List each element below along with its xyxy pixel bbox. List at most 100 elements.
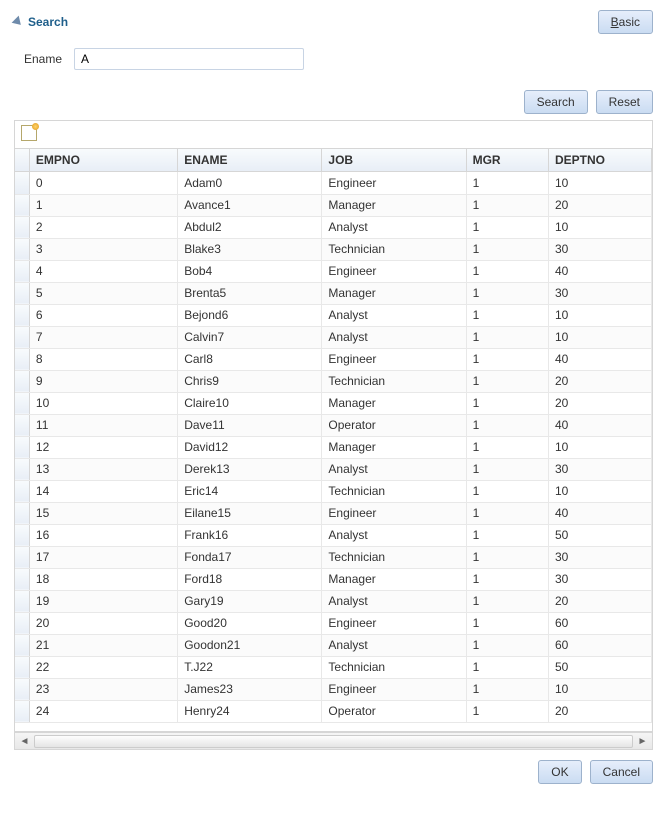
cell-ename[interactable]: Blake3 — [178, 238, 322, 260]
row-selector[interactable] — [15, 194, 29, 216]
table-row[interactable]: 24Henry24Operator120 — [15, 700, 652, 722]
cell-mgr[interactable]: 1 — [466, 216, 548, 238]
cell-mgr[interactable]: 1 — [466, 590, 548, 612]
table-row[interactable]: 10Claire10Manager120 — [15, 392, 652, 414]
cell-mgr[interactable]: 1 — [466, 612, 548, 634]
table-row[interactable]: 7Calvin7Analyst110 — [15, 326, 652, 348]
cell-mgr[interactable]: 1 — [466, 502, 548, 524]
cell-job[interactable]: Manager — [322, 194, 466, 216]
cell-deptno[interactable]: 60 — [548, 634, 651, 656]
cell-deptno[interactable]: 30 — [548, 458, 651, 480]
cell-ename[interactable]: Calvin7 — [178, 326, 322, 348]
cell-mgr[interactable]: 1 — [466, 282, 548, 304]
row-selector[interactable] — [15, 172, 29, 194]
cell-mgr[interactable]: 1 — [466, 304, 548, 326]
cell-empno[interactable]: 16 — [29, 524, 177, 546]
cell-job[interactable]: Analyst — [322, 634, 466, 656]
cell-ename[interactable]: Gary19 — [178, 590, 322, 612]
cell-ename[interactable]: T.J22 — [178, 656, 322, 678]
cell-job[interactable]: Technician — [322, 656, 466, 678]
table-row[interactable]: 21Goodon21Analyst160 — [15, 634, 652, 656]
cell-ename[interactable]: Frank16 — [178, 524, 322, 546]
cell-mgr[interactable]: 1 — [466, 458, 548, 480]
cell-empno[interactable]: 21 — [29, 634, 177, 656]
cell-empno[interactable]: 4 — [29, 260, 177, 282]
cell-ename[interactable]: Eilane15 — [178, 502, 322, 524]
cell-deptno[interactable]: 10 — [548, 678, 651, 700]
cell-empno[interactable]: 13 — [29, 458, 177, 480]
cell-empno[interactable]: 18 — [29, 568, 177, 590]
row-selector[interactable] — [15, 216, 29, 238]
cell-mgr[interactable]: 1 — [466, 370, 548, 392]
cell-mgr[interactable]: 1 — [466, 326, 548, 348]
table-row[interactable]: 4Bob4Engineer140 — [15, 260, 652, 282]
row-selector[interactable] — [15, 568, 29, 590]
cell-deptno[interactable]: 30 — [548, 238, 651, 260]
cell-ename[interactable]: Ford18 — [178, 568, 322, 590]
cell-deptno[interactable]: 10 — [548, 326, 651, 348]
cell-deptno[interactable]: 30 — [548, 546, 651, 568]
cell-empno[interactable]: 17 — [29, 546, 177, 568]
cell-mgr[interactable]: 1 — [466, 568, 548, 590]
row-selector[interactable] — [15, 436, 29, 458]
cell-ename[interactable]: Adam0 — [178, 172, 322, 194]
table-row[interactable]: 1Avance1Manager120 — [15, 194, 652, 216]
cell-ename[interactable]: Goodon21 — [178, 634, 322, 656]
cell-ename[interactable]: Dave11 — [178, 414, 322, 436]
cell-ename[interactable]: Good20 — [178, 612, 322, 634]
cell-job[interactable]: Technician — [322, 480, 466, 502]
row-selector[interactable] — [15, 282, 29, 304]
cell-ename[interactable]: David12 — [178, 436, 322, 458]
cell-job[interactable]: Analyst — [322, 326, 466, 348]
ename-input[interactable] — [74, 48, 304, 70]
cell-empno[interactable]: 6 — [29, 304, 177, 326]
table-row[interactable]: 5Brenta5Manager130 — [15, 282, 652, 304]
cell-deptno[interactable]: 10 — [548, 304, 651, 326]
cell-mgr[interactable]: 1 — [466, 392, 548, 414]
cell-job[interactable]: Manager — [322, 568, 466, 590]
table-row[interactable]: 3Blake3Technician130 — [15, 238, 652, 260]
cell-empno[interactable]: 0 — [29, 172, 177, 194]
row-selector[interactable] — [15, 370, 29, 392]
cell-job[interactable]: Engineer — [322, 348, 466, 370]
row-selector[interactable] — [15, 590, 29, 612]
table-row[interactable]: 8Carl8Engineer140 — [15, 348, 652, 370]
row-selector[interactable] — [15, 414, 29, 436]
cell-mgr[interactable]: 1 — [466, 414, 548, 436]
cell-job[interactable]: Analyst — [322, 216, 466, 238]
cell-deptno[interactable]: 20 — [548, 194, 651, 216]
cell-empno[interactable]: 9 — [29, 370, 177, 392]
cell-empno[interactable]: 15 — [29, 502, 177, 524]
cell-mgr[interactable]: 1 — [466, 480, 548, 502]
cell-mgr[interactable]: 1 — [466, 260, 548, 282]
cell-deptno[interactable]: 30 — [548, 568, 651, 590]
cell-deptno[interactable]: 60 — [548, 612, 651, 634]
cell-ename[interactable]: Derek13 — [178, 458, 322, 480]
cell-ename[interactable]: Abdul2 — [178, 216, 322, 238]
scroll-track[interactable] — [34, 735, 633, 748]
row-selector[interactable] — [15, 524, 29, 546]
cell-deptno[interactable]: 20 — [548, 590, 651, 612]
cell-mgr[interactable]: 1 — [466, 238, 548, 260]
table-row[interactable]: 17Fonda17Technician130 — [15, 546, 652, 568]
cell-job[interactable]: Technician — [322, 546, 466, 568]
cell-ename[interactable]: Claire10 — [178, 392, 322, 414]
cell-job[interactable]: Analyst — [322, 590, 466, 612]
cell-deptno[interactable]: 10 — [548, 480, 651, 502]
cell-ename[interactable]: Fonda17 — [178, 546, 322, 568]
table-row[interactable]: 6Bejond6Analyst110 — [15, 304, 652, 326]
cell-job[interactable]: Engineer — [322, 612, 466, 634]
cell-mgr[interactable]: 1 — [466, 546, 548, 568]
cell-empno[interactable]: 1 — [29, 194, 177, 216]
cell-deptno[interactable]: 20 — [548, 370, 651, 392]
cell-empno[interactable]: 7 — [29, 326, 177, 348]
cell-deptno[interactable]: 50 — [548, 656, 651, 678]
cell-empno[interactable]: 24 — [29, 700, 177, 722]
cell-empno[interactable]: 2 — [29, 216, 177, 238]
cell-mgr[interactable]: 1 — [466, 524, 548, 546]
cell-job[interactable]: Analyst — [322, 524, 466, 546]
reset-button[interactable]: Reset — [596, 90, 653, 114]
row-selector[interactable] — [15, 656, 29, 678]
cell-mgr[interactable]: 1 — [466, 172, 548, 194]
cell-deptno[interactable]: 40 — [548, 348, 651, 370]
